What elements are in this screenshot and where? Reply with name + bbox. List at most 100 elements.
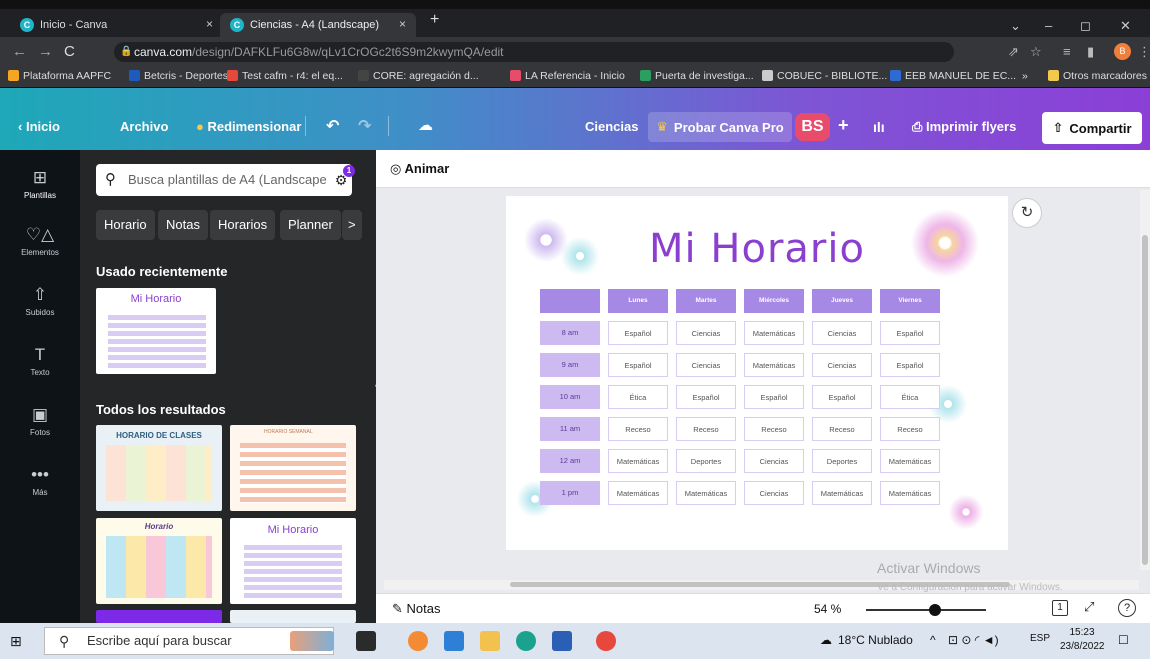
zoom-slider-track[interactable]: [866, 609, 986, 611]
template-thumb[interactable]: [230, 610, 356, 623]
add-page-refresh-icon[interactable]: ↻: [1012, 198, 1042, 228]
tray-expand-icon[interactable]: ^: [930, 633, 936, 647]
search-highlight-image[interactable]: [290, 631, 334, 651]
time-cell: 10 am: [540, 385, 600, 409]
new-tab-button[interactable]: +: [430, 11, 439, 29]
tab-close-icon[interactable]: ×: [206, 17, 213, 31]
chip-notas[interactable]: Notas: [158, 210, 208, 240]
chrome-icon[interactable]: [596, 631, 616, 651]
reading-list-icon[interactable]: ≡: [1063, 44, 1071, 59]
undo-icon[interactable]: ↶: [326, 116, 339, 136]
edge-icon[interactable]: [516, 631, 536, 651]
design-page[interactable]: Mi Horario Lunes Martes Miércoles Jueves…: [506, 196, 1008, 550]
rail-item-photos[interactable]: ▣ Fotos: [0, 405, 80, 437]
recent-thumb[interactable]: Mi Horario: [96, 288, 216, 374]
divider: [305, 116, 306, 136]
windows-start-icon[interactable]: ⊞: [10, 633, 22, 650]
rail-item-templates[interactable]: ⊞ Plantillas: [0, 168, 80, 200]
tab-inicio-canva[interactable]: C Inicio - Canva ×: [10, 13, 223, 37]
chip-horario[interactable]: Horario: [96, 210, 155, 240]
bookmark-item[interactable]: COBUEC - BIBLIOTE...: [762, 70, 887, 82]
template-thumb[interactable]: Mi Horario: [230, 518, 356, 604]
document-title[interactable]: Ciencias: [585, 119, 638, 134]
notes-button[interactable]: ✎ Notas: [392, 601, 440, 617]
time-cell: 9 am: [540, 353, 600, 377]
bookmark-item[interactable]: Betcris - Deportes: [129, 70, 228, 82]
clock[interactable]: 15:23 23/8/2022: [1060, 626, 1105, 654]
animate-button[interactable]: ◎ Animar: [390, 161, 449, 177]
bookmark-label: Test cafm - r4: el eq...: [242, 70, 343, 82]
zoom-level[interactable]: 54 %: [814, 602, 841, 616]
rail-label: Fotos: [29, 428, 50, 437]
page-count-button[interactable]: 1: [1052, 600, 1068, 616]
chip-horarios[interactable]: Horarios: [210, 210, 276, 240]
fullscreen-icon[interactable]: ⤢: [1084, 599, 1094, 615]
scrollbar-thumb[interactable]: [1142, 235, 1148, 565]
home-button[interactable]: ‹ Inicio: [18, 119, 60, 134]
tab-ciencias[interactable]: C Ciencias - A4 (Landscape) ×: [220, 13, 416, 37]
app-icon[interactable]: [408, 631, 428, 651]
tab-close-icon[interactable]: ×: [399, 17, 406, 31]
tab-search-icon[interactable]: ⌄: [1010, 18, 1021, 34]
sidepanel-icon[interactable]: ▮: [1087, 44, 1094, 60]
file-explorer-icon[interactable]: [480, 631, 500, 651]
star-icon[interactable]: ☆: [1030, 44, 1042, 60]
template-thumb[interactable]: HORARIO DE CLASES: [96, 425, 222, 511]
share-button[interactable]: ⇧ Compartir: [1042, 112, 1142, 144]
subject-cell: Español: [880, 353, 940, 377]
bookmark-item[interactable]: CORE: agregación d...: [358, 70, 479, 82]
search-placeholder: Busca plantillas de A4 (Landscape: [128, 172, 327, 187]
time-cell: 8 am: [540, 321, 600, 345]
vertical-scrollbar[interactable]: [1140, 190, 1150, 570]
word-icon[interactable]: [552, 631, 572, 651]
subject-cell: Receso: [676, 417, 736, 441]
weather-text[interactable]: 18°C Nublado: [838, 633, 913, 647]
subject-cell: Ciencias: [744, 481, 804, 505]
template-thumb[interactable]: HORARIO SEMANAL: [230, 425, 356, 511]
share-page-icon[interactable]: ⇗: [1008, 44, 1019, 60]
resize-button[interactable]: ● Redimensionar: [196, 119, 301, 134]
print-button[interactable]: ⎙ Imprimir flyers: [912, 119, 1016, 135]
bookmark-item[interactable]: EEB MANUEL DE EC...: [890, 70, 1016, 82]
chip-next-icon[interactable]: >: [342, 210, 362, 240]
profile-avatar[interactable]: B: [1114, 43, 1131, 60]
menu-icon[interactable]: ⋮: [1138, 44, 1150, 60]
template-thumb[interactable]: Horario: [96, 518, 222, 604]
maximize-button[interactable]: ◻: [1080, 18, 1091, 34]
filter-icon[interactable]: ⚙ 1: [330, 165, 355, 191]
tray-icons[interactable]: ⊡ ⊙ ◜ ◄): [948, 633, 999, 647]
bookmark-item[interactable]: LA Referencia - Inicio: [510, 70, 625, 82]
subject-cell: Ética: [608, 385, 668, 409]
user-avatar[interactable]: BS: [795, 113, 830, 141]
bookmark-item[interactable]: Puerta de investiga...: [640, 70, 754, 82]
bookmark-item[interactable]: Plataforma AAPFC: [8, 70, 111, 82]
add-collaborator-icon[interactable]: +: [838, 115, 849, 136]
app-icon[interactable]: [444, 631, 464, 651]
rail-item-more[interactable]: ••• Más: [0, 465, 80, 497]
bookmarks-overflow-icon[interactable]: »: [1022, 70, 1028, 82]
zoom-slider-handle[interactable]: [929, 604, 941, 616]
other-bookmarks[interactable]: Otros marcadores: [1048, 70, 1147, 82]
insights-icon[interactable]: ılı: [873, 119, 885, 135]
rail-item-elements[interactable]: ♡△ Elementos: [0, 225, 80, 257]
close-window-button[interactable]: ✕: [1120, 18, 1131, 34]
forward-icon[interactable]: →: [38, 43, 53, 60]
rail-item-uploads[interactable]: ⇧ Subidos: [0, 285, 80, 317]
app-icon[interactable]: [356, 631, 376, 651]
help-button[interactable]: ?: [1118, 599, 1136, 617]
url-field[interactable]: 🔒 canva.com/design/DAFKLFu6G8w/qLv1CrOGc…: [114, 42, 954, 62]
reload-icon[interactable]: C: [64, 43, 75, 60]
chip-planner[interactable]: Planner: [280, 210, 341, 240]
template-search-input[interactable]: ⚲ Busca plantillas de A4 (Landscape: [96, 164, 352, 196]
rail-item-text[interactable]: T Texto: [0, 345, 80, 377]
template-thumb[interactable]: [96, 610, 222, 623]
redo-icon[interactable]: ↷: [358, 116, 371, 136]
bookmark-item[interactable]: Test cafm - r4: el eq...: [227, 70, 343, 82]
language-indicator[interactable]: ESP: [1030, 633, 1050, 644]
minimize-button[interactable]: –: [1045, 18, 1052, 33]
file-menu[interactable]: Archivo: [120, 119, 168, 134]
back-icon[interactable]: ←: [12, 43, 27, 60]
try-pro-button[interactable]: ♛ Probar Canva Pro: [648, 112, 792, 142]
day-header: Martes: [676, 289, 736, 313]
notifications-icon[interactable]: ☐: [1118, 633, 1129, 647]
